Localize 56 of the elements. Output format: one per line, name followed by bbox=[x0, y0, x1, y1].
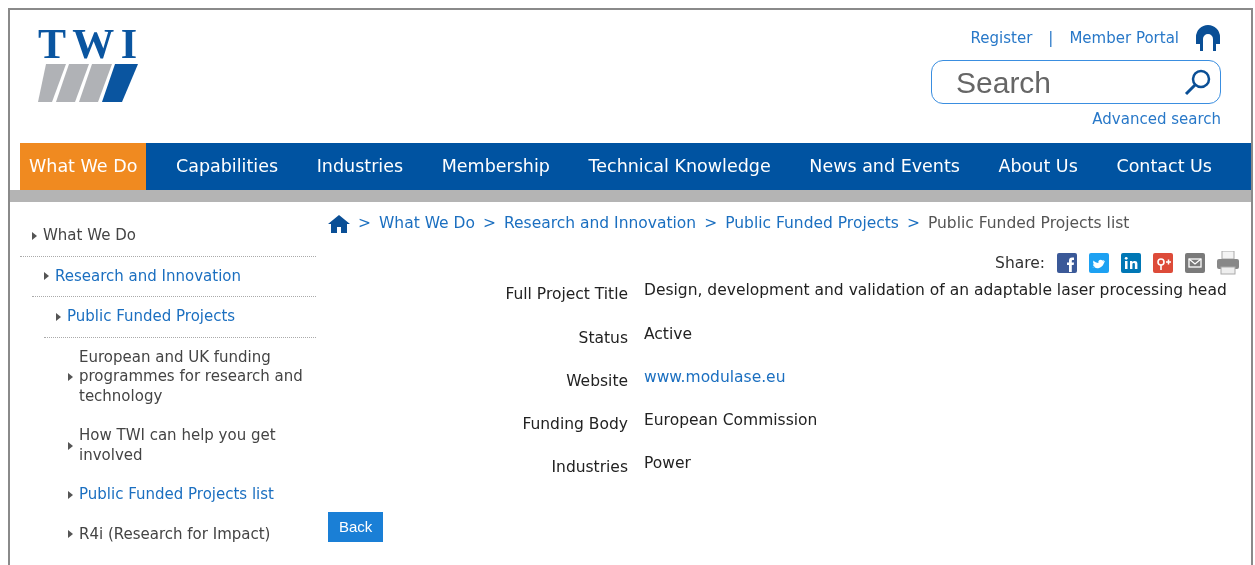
google-plus-icon[interactable] bbox=[1153, 253, 1173, 274]
field-label: Funding Body bbox=[521, 414, 628, 435]
search-icon[interactable] bbox=[1183, 67, 1213, 97]
breadcrumb-separator: > bbox=[482, 213, 496, 234]
triangle-icon bbox=[68, 372, 73, 381]
sidebar-item[interactable]: Research and Innovation bbox=[32, 256, 316, 297]
share-label: Share: bbox=[995, 252, 1045, 274]
breadcrumb-link[interactable]: What We Do bbox=[379, 212, 475, 236]
print-icon[interactable] bbox=[1217, 251, 1239, 276]
field-value: Design, development and validation of an adaptable laser processing head bbox=[644, 281, 1227, 300]
twitter-icon[interactable] bbox=[1089, 253, 1109, 274]
nav-tab[interactable]: Industries bbox=[307, 143, 413, 190]
field-value: Active bbox=[644, 324, 692, 343]
sidebar-item[interactable]: How TWI can help you get involved bbox=[56, 416, 316, 475]
triangle-icon bbox=[68, 490, 73, 499]
field-value: European Commission bbox=[644, 411, 818, 429]
sidebar-item[interactable]: Public Funded Projects bbox=[44, 297, 316, 338]
user-icon[interactable] bbox=[1195, 24, 1221, 52]
nav-tab[interactable]: Capabilities bbox=[167, 143, 288, 190]
field-label: Full Project Title bbox=[504, 284, 628, 306]
triangle-icon bbox=[44, 272, 49, 281]
breadcrumb-separator: > bbox=[358, 213, 371, 234]
sidebar-item[interactable]: Public Funded Projects list bbox=[56, 475, 316, 515]
triangle-icon bbox=[32, 231, 37, 240]
triangle-icon bbox=[56, 312, 61, 321]
field-label: Status bbox=[577, 327, 628, 349]
sidebar-item[interactable]: European and UK funding programmes for research and technology bbox=[56, 337, 316, 416]
home-icon[interactable] bbox=[328, 214, 350, 233]
separator: | bbox=[1048, 27, 1054, 49]
advanced-search-link[interactable]: Advanced search bbox=[1092, 108, 1221, 131]
nav-tab[interactable]: Technical Knowledge bbox=[579, 143, 780, 190]
breadcrumb-separator: > bbox=[906, 213, 920, 234]
logo[interactable]: TWI bbox=[38, 24, 138, 106]
email-icon[interactable] bbox=[1185, 253, 1205, 274]
triangle-icon bbox=[68, 441, 73, 450]
header-link[interactable]: Member Portal bbox=[1069, 26, 1179, 50]
triangle-icon bbox=[68, 530, 73, 539]
search-field[interactable]: Search bbox=[931, 60, 1221, 104]
back-button[interactable]: Back bbox=[328, 511, 384, 542]
breadcrumb-separator: > bbox=[704, 213, 718, 234]
sidebar-item[interactable]: What We Do bbox=[20, 216, 316, 257]
field-value: Power bbox=[644, 454, 691, 473]
breadcrumb-link[interactable]: Public Funded Projects bbox=[725, 212, 899, 236]
nav-tab[interactable]: Membership bbox=[432, 143, 559, 190]
website-link[interactable]: www.modulase.eu bbox=[644, 367, 786, 386]
header-link[interactable]: Register bbox=[970, 26, 1033, 50]
nav-tab[interactable]: News and Events bbox=[800, 143, 969, 190]
sidebar-item[interactable]: R4i (Research for Impact) bbox=[56, 514, 316, 554]
breadcrumb-link[interactable]: Research and Innovation bbox=[503, 212, 697, 236]
nav-tab[interactable]: About Us bbox=[989, 143, 1087, 190]
field-label: Website bbox=[565, 370, 628, 392]
breadcrumb-current: Public Funded Projects list bbox=[927, 213, 1130, 234]
nav-tab[interactable]: Contact Us bbox=[1107, 143, 1221, 190]
facebook-icon[interactable] bbox=[1057, 253, 1077, 274]
linkedin-icon[interactable] bbox=[1121, 253, 1141, 274]
field-label: Industries bbox=[550, 457, 628, 479]
